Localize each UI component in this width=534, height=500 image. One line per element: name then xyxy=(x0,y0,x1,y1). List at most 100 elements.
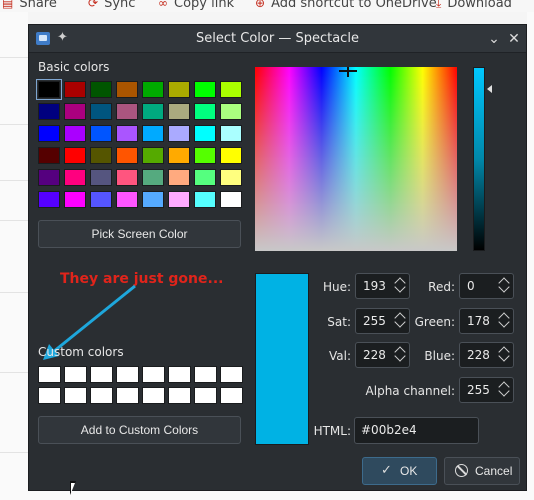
basic-color-swatch[interactable] xyxy=(142,147,164,164)
basic-color-swatch[interactable] xyxy=(220,103,242,120)
basic-color-swatch[interactable] xyxy=(64,147,86,164)
custom-color-swatch[interactable] xyxy=(116,387,139,404)
basic-color-swatch[interactable] xyxy=(38,147,60,164)
basic-color-swatch[interactable] xyxy=(90,81,112,98)
basic-color-swatch[interactable] xyxy=(142,103,164,120)
basic-color-swatch[interactable] xyxy=(194,103,216,120)
custom-color-swatch[interactable] xyxy=(38,387,61,404)
background-list xyxy=(0,12,28,500)
basic-color-swatch[interactable] xyxy=(116,103,138,120)
ok-button[interactable]: ✓ OK xyxy=(362,457,437,485)
basic-color-swatch[interactable] xyxy=(38,169,60,186)
basic-color-swatch[interactable] xyxy=(168,191,190,208)
blue-label: Blue: xyxy=(424,349,455,363)
basic-color-swatch[interactable] xyxy=(116,125,138,142)
spin-arrows-icon[interactable] xyxy=(394,275,406,297)
custom-color-swatch[interactable] xyxy=(168,366,191,383)
dialog-title: Select Color — Spectacle xyxy=(196,31,359,46)
basic-color-swatch[interactable] xyxy=(194,169,216,186)
basic-color-swatch[interactable] xyxy=(90,191,112,208)
custom-color-swatch[interactable] xyxy=(90,387,113,404)
add-to-custom-colors-button[interactable]: Add to Custom Colors xyxy=(38,416,241,444)
basic-color-swatch[interactable] xyxy=(90,125,112,142)
hue-saturation-spectrum[interactable] xyxy=(255,67,457,251)
basic-color-swatch[interactable] xyxy=(168,81,190,98)
basic-color-swatch[interactable] xyxy=(64,103,86,120)
custom-color-swatch[interactable] xyxy=(220,387,243,404)
spin-arrows-icon[interactable] xyxy=(498,310,510,332)
pick-screen-color-button[interactable]: Pick Screen Color xyxy=(38,220,241,248)
basic-color-swatch[interactable] xyxy=(36,79,62,100)
green-spinbox[interactable]: 178 xyxy=(459,308,514,334)
copy-link-item[interactable]: ∞ Copy link xyxy=(158,0,234,11)
sat-spinbox[interactable]: 255 xyxy=(355,308,410,334)
blue-spinbox[interactable]: 228 xyxy=(459,342,514,368)
basic-color-swatch[interactable] xyxy=(64,169,86,186)
custom-color-swatch[interactable] xyxy=(194,387,217,404)
value-slider[interactable] xyxy=(473,67,485,251)
alpha-label: Alpha channel: xyxy=(365,384,455,398)
close-icon[interactable]: ✕ xyxy=(504,29,524,49)
basic-color-swatch[interactable] xyxy=(38,191,60,208)
basic-color-swatch[interactable] xyxy=(220,81,242,98)
basic-color-swatch[interactable] xyxy=(194,191,216,208)
sync-item[interactable]: ⟳ Sync xyxy=(88,0,135,11)
basic-color-swatch[interactable] xyxy=(64,191,86,208)
basic-color-swatch[interactable] xyxy=(90,147,112,164)
custom-color-swatch[interactable] xyxy=(64,366,87,383)
spin-arrows-icon[interactable] xyxy=(498,344,510,366)
basic-color-swatch[interactable] xyxy=(168,147,190,164)
add-shortcut-item[interactable]: ⊕ Add shortcut to OneDrive xyxy=(255,0,437,11)
basic-color-swatch[interactable] xyxy=(142,169,164,186)
alpha-spinbox[interactable]: 255 xyxy=(459,377,514,403)
custom-color-swatch[interactable] xyxy=(38,366,61,383)
custom-color-swatch[interactable] xyxy=(64,387,87,404)
basic-color-swatch[interactable] xyxy=(220,125,242,142)
basic-color-swatch[interactable] xyxy=(142,125,164,142)
basic-color-swatch[interactable] xyxy=(142,191,164,208)
custom-color-swatch[interactable] xyxy=(90,366,113,383)
spin-arrows-icon[interactable] xyxy=(394,344,406,366)
basic-color-swatch[interactable] xyxy=(220,191,242,208)
custom-color-swatch[interactable] xyxy=(220,366,243,383)
value-slider-handle[interactable] xyxy=(487,85,492,93)
basic-color-swatch[interactable] xyxy=(38,103,60,120)
basic-color-swatch[interactable] xyxy=(64,81,86,98)
basic-color-swatch[interactable] xyxy=(142,81,164,98)
val-spinbox[interactable]: 228 xyxy=(355,342,410,368)
hue-spinbox[interactable]: 193 xyxy=(355,273,410,299)
basic-color-swatch[interactable] xyxy=(38,125,60,142)
basic-color-swatch[interactable] xyxy=(220,169,242,186)
basic-color-swatch[interactable] xyxy=(116,169,138,186)
basic-color-swatch[interactable] xyxy=(90,103,112,120)
custom-color-swatch[interactable] xyxy=(194,366,217,383)
basic-color-swatch[interactable] xyxy=(90,169,112,186)
basic-color-swatch[interactable] xyxy=(168,125,190,142)
basic-color-swatch[interactable] xyxy=(194,81,216,98)
minimize-chevron-icon[interactable]: ⌄ xyxy=(484,29,504,49)
basic-color-swatch[interactable] xyxy=(116,147,138,164)
basic-color-swatch[interactable] xyxy=(64,125,86,142)
link-icon: ∞ xyxy=(158,0,168,10)
share-item[interactable]: ▤ Share xyxy=(2,0,57,11)
red-spinbox[interactable]: 0 xyxy=(459,273,514,299)
custom-color-swatch[interactable] xyxy=(142,387,165,404)
custom-color-swatch[interactable] xyxy=(142,366,165,383)
basic-color-swatch[interactable] xyxy=(220,147,242,164)
basic-color-swatch[interactable] xyxy=(168,169,190,186)
basic-color-swatch[interactable] xyxy=(194,125,216,142)
spin-arrows-icon[interactable] xyxy=(498,379,510,401)
custom-color-swatch[interactable] xyxy=(116,366,139,383)
html-label: HTML: xyxy=(313,424,351,438)
custom-color-swatch[interactable] xyxy=(168,387,191,404)
basic-color-swatch[interactable] xyxy=(194,147,216,164)
basic-color-swatch[interactable] xyxy=(168,103,190,120)
spin-arrows-icon[interactable] xyxy=(498,275,510,297)
download-item[interactable]: ⤓ Download xyxy=(436,0,512,11)
basic-color-swatch[interactable] xyxy=(116,191,138,208)
title-bar[interactable]: ✦ Select Color — Spectacle ⌄ ✕ xyxy=(29,25,526,53)
cancel-button[interactable]: Cancel xyxy=(444,457,520,485)
basic-color-swatch[interactable] xyxy=(116,81,138,98)
html-color-input[interactable]: #00b2e4 xyxy=(354,417,479,444)
spectrum-crosshair xyxy=(347,67,349,77)
